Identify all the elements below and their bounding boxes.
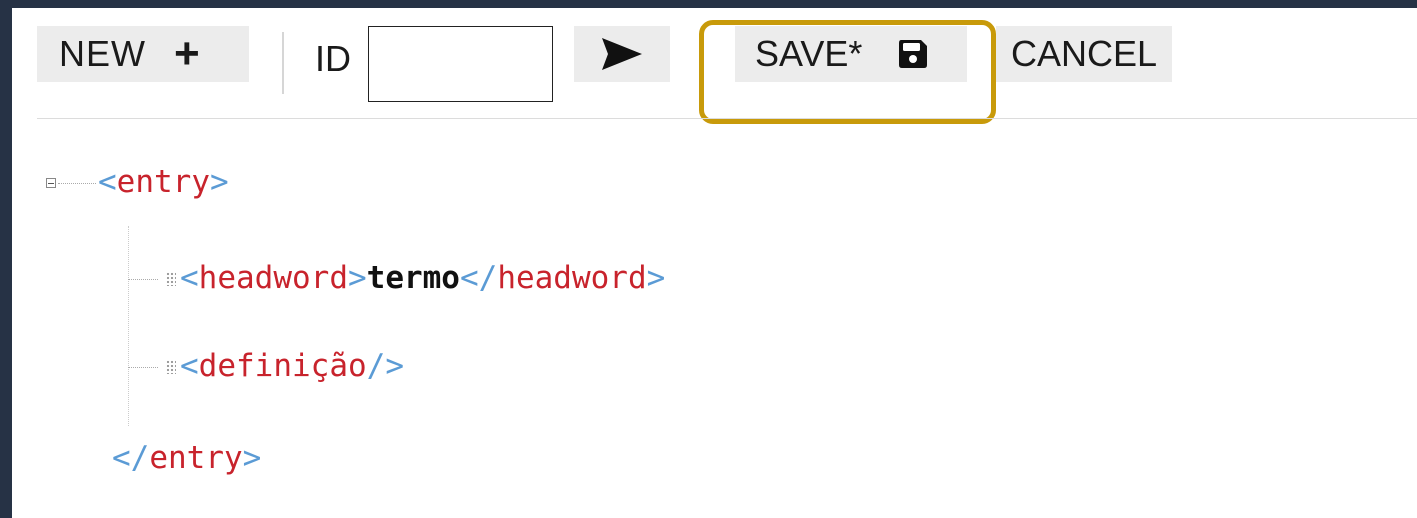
definicao-tag-name: definição [198,348,367,384]
headword-text[interactable]: termo [367,260,460,296]
send-arrow-icon [602,38,642,70]
id-input[interactable] [368,26,553,102]
new-button[interactable]: NEW + [37,26,249,82]
tree-connector [128,367,158,368]
drag-handle-icon[interactable] [166,360,176,374]
save-button-label: SAVE* [755,33,863,74]
floppy-disk-icon [899,40,928,68]
headword-element[interactable]: <headword>termo</headword> [180,260,665,296]
save-button[interactable]: SAVE* [735,26,967,82]
headword-close-tag-name: headword [497,260,647,296]
toolbar-separator [282,32,284,94]
definicao-element[interactable]: <definição/> [180,348,404,384]
id-label: ID [315,38,351,79]
plus-icon: + [174,29,200,78]
toolbar-divider [37,118,1417,119]
drag-handle-icon[interactable] [166,272,176,286]
tree-connector [128,279,158,280]
tree-connector [58,183,96,184]
collapse-toggle-icon[interactable] [46,178,56,188]
tree-guide-line [128,226,129,426]
entry-open-tag[interactable]: <entry> [98,164,229,200]
headword-tag-name: headword [198,260,348,296]
xml-editor-panel: NEW + ID SAVE* CANCEL <entry> <headword>… [12,8,1417,518]
entry-close-tag[interactable]: </entry> [112,440,261,476]
go-button[interactable] [574,26,670,82]
entry-tag-name: entry [116,164,210,200]
cancel-button[interactable]: CANCEL [996,26,1172,82]
new-button-label: NEW [59,33,146,74]
entry-close-tag-name: entry [149,440,243,476]
